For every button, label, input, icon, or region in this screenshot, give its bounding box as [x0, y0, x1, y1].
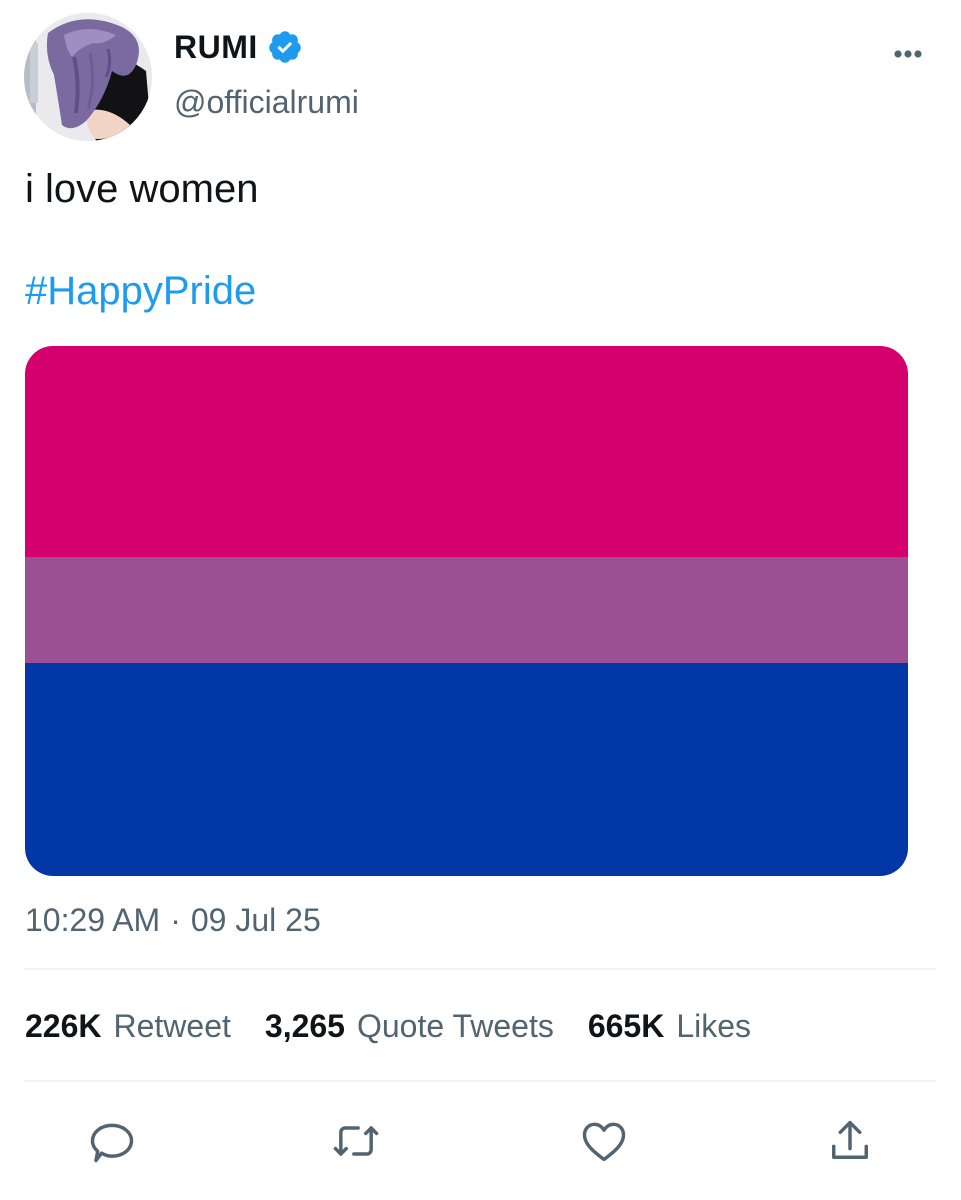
- tweet-date: 09 Jul 25: [190, 902, 321, 938]
- flag-stripe-purple: [25, 557, 908, 663]
- reply-button[interactable]: [86, 1115, 138, 1167]
- likes-count: 665K: [587, 1008, 665, 1044]
- retweet-label: Retweet: [113, 1008, 231, 1044]
- more-options-button[interactable]: [884, 38, 932, 70]
- hashtag-link[interactable]: #HappyPride: [25, 268, 256, 314]
- engagement-stats: 226K Retweet 3,265 Quote Tweets 665K Lik…: [25, 1005, 785, 1047]
- tweet-timestamp[interactable]: 10:29 AM · 09 Jul 25: [25, 900, 321, 940]
- avatar[interactable]: [24, 13, 152, 141]
- quote-tweets-stat[interactable]: 3,265 Quote Tweets: [265, 1005, 554, 1047]
- avatar-photo: [24, 13, 152, 141]
- flag-stripe-blue: [25, 663, 908, 876]
- share-button[interactable]: [824, 1115, 876, 1167]
- display-name[interactable]: RUMI: [174, 28, 258, 66]
- speech-bubble-icon: [90, 1123, 134, 1163]
- heart-icon: [582, 1122, 626, 1162]
- flag-stripe-pink: [25, 346, 908, 557]
- likes-label: Likes: [676, 1008, 752, 1044]
- retweet-stat[interactable]: 226K Retweet: [25, 1005, 231, 1047]
- handle[interactable]: @officialrumi: [174, 82, 359, 122]
- quote-label: Quote Tweets: [356, 1008, 554, 1044]
- verified-badge-icon: [269, 31, 301, 63]
- retweet-count: 226K: [25, 1008, 102, 1044]
- divider: [25, 1080, 936, 1082]
- likes-stat[interactable]: 665K Likes: [588, 1005, 751, 1047]
- retweet-button[interactable]: [330, 1115, 382, 1167]
- tweet-time: 10:29 AM: [25, 902, 161, 938]
- divider: [25, 968, 936, 970]
- timestamp-separator: ·: [170, 902, 181, 938]
- author-name-row[interactable]: RUMI: [174, 28, 303, 66]
- share-upload-icon: [832, 1120, 868, 1159]
- quote-count: 3,265: [264, 1008, 345, 1044]
- more-horizontal-icon: [894, 50, 922, 58]
- tweet-media-image[interactable]: [25, 346, 908, 876]
- tweet-text: i love women: [25, 167, 259, 211]
- retweet-arrows-icon: [333, 1126, 379, 1156]
- like-button[interactable]: [578, 1115, 630, 1167]
